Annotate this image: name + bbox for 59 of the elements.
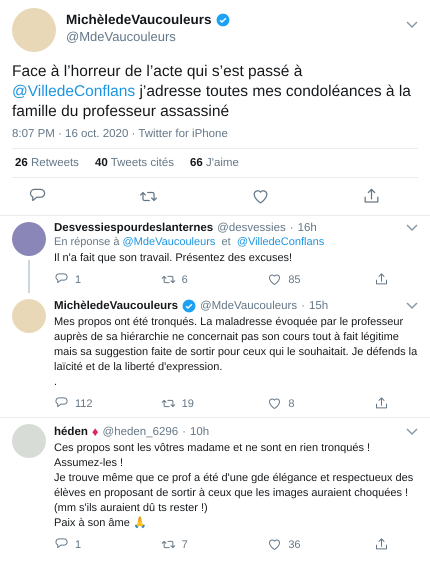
display-name[interactable]: héden [54,426,88,438]
reply-button[interactable]: 1 [54,537,124,552]
reply-text: (mm s'ils auraient dû ts rester !) [54,501,209,516]
separator-dot: · [301,300,305,312]
reply-button[interactable]: 112 [54,396,124,411]
share-button[interactable] [374,537,390,552]
heart-icon [267,537,282,552]
user-handle[interactable]: @heden_6296 [102,426,178,438]
mention-link[interactable]: @VilledeConflans [236,236,324,248]
retweet-button[interactable]: 19 [160,396,231,411]
tweet-stat[interactable]: 40 Tweets cités [94,157,174,169]
thread-line [28,260,30,293]
reply-text: Ces propos sont les vôtres madame et ne sont en rien tronqués ! [54,441,372,456]
like-button[interactable]: 36 [267,537,338,552]
retweet-button[interactable]: 6 [160,272,231,287]
like-button[interactable]: 85 [267,272,338,287]
mention-link[interactable]: @MdeVaucouleurs [122,236,216,248]
reply-text: Assumez-les ! [54,456,124,471]
share-button[interactable] [374,396,390,411]
tweet-text: Face à l’horreur de l’acte qui s’est passé à @VilledeConflans j’adresse toutes mes condoléances à la famille du professeur assassiné [12,62,412,122]
reply-context: En réponse à @MdeVaucouleurs et @VilledeConflans [54,235,326,250]
heart-icon [267,396,282,411]
separator-dot: · [182,426,186,438]
reply-time[interactable]: 15h [308,300,328,312]
chevron-down-icon[interactable] [406,428,418,436]
tweet-stat[interactable]: 26 Retweets [15,157,79,169]
share-icon [374,272,389,287]
avatar-photo-placeholder[interactable] [12,222,46,256]
display-name[interactable]: Desvessiespourdeslanternes [54,222,214,234]
retweet-button[interactable]: 7 [160,537,231,552]
like-button[interactable]: 8 [267,396,338,411]
display-name[interactable]: MichèledeVaucouleurs [66,12,212,27]
reply-time[interactable]: 10h [190,426,210,438]
tweet-stat[interactable]: 66 J'aime [190,157,239,169]
reply-text: Il n'a fait que son travail. Présentez des excuses! [54,251,294,266]
user-handle[interactable]: @desvessies [217,222,286,234]
chevron-down-icon[interactable] [406,21,418,29]
reply-text: Je trouve même que ce prof a été d'une gde élégance et respectueux des élèves en proposant de sortir à ceux que les images auraient choquées ! [54,471,414,501]
reply-text: Paix à son âme 🙏 [54,516,148,531]
share-button[interactable] [374,272,390,287]
display-name[interactable]: MichèledeVaucouleurs [54,300,178,312]
user-handle[interactable]: @MdeVaucouleurs [200,300,298,312]
chevron-down-icon[interactable] [406,302,418,310]
reply-button[interactable]: 1 [54,272,124,287]
verified-badge-icon [182,299,196,313]
user-handle[interactable]: @MdeVaucouleurs [66,29,396,44]
verified-badge-icon [216,12,230,26]
heart-icon [250,187,270,206]
chevron-down-icon[interactable] [406,224,418,232]
reply-text: . [54,375,58,390]
heart-icon [267,272,282,287]
name-emoji: ♦ [92,424,99,439]
reply-text: Mes propos ont été tronqués. La maladresse évoquée par le professeur auprès de sa hiérarchie ne concernait pas son cours tout à fait légitime mais sa suggestion faite de sortir pour ceux qui le souhaitait. Je défends la laïcité et de la liberté d'expression. [54,315,418,375]
separator-dot: · [290,222,294,234]
tweet-timestamp: 8:07 PM · 16 oct. 2020 · Twitter for iPhone [12,128,418,149]
reply-time[interactable]: 16h [298,222,317,234]
mention-link[interactable]: @VilledeConflans [12,83,136,100]
share-icon [374,396,389,411]
share-icon [374,537,389,552]
